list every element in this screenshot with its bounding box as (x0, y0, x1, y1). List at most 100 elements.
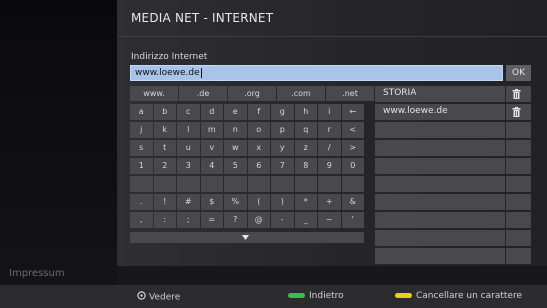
key[interactable]: o (247, 122, 270, 138)
key[interactable]: 1 (130, 158, 153, 174)
key[interactable]: _ (294, 212, 317, 228)
domain-key[interactable]: .com (277, 86, 325, 101)
history-delete-cell (506, 248, 531, 264)
key[interactable]: u (177, 140, 200, 156)
key[interactable]: n (224, 122, 247, 138)
history-item[interactable] (375, 122, 505, 138)
history-delete-cell[interactable] (506, 86, 531, 102)
key[interactable]: l (177, 122, 200, 138)
domain-key[interactable]: .de (179, 86, 227, 101)
key[interactable]: / (318, 140, 341, 156)
key[interactable]: d (200, 104, 223, 120)
key[interactable]: a (130, 104, 153, 120)
view-hint[interactable]: Vedere (137, 291, 180, 303)
key[interactable]: + (318, 194, 341, 210)
key[interactable]: 6 (247, 158, 270, 174)
history-item[interactable] (375, 194, 505, 210)
key[interactable]: ! (153, 194, 176, 210)
key[interactable]: , (130, 212, 153, 228)
key[interactable]: w (224, 140, 247, 156)
key[interactable]: 5 (224, 158, 247, 174)
domain-key[interactable]: www. (130, 86, 178, 101)
key[interactable]: ~ (318, 212, 341, 228)
key[interactable]: 2 (153, 158, 176, 174)
key[interactable]: g (271, 104, 294, 120)
imprint-link[interactable]: Impressum (9, 268, 65, 279)
key[interactable]: e (224, 104, 247, 120)
key[interactable]: p (271, 122, 294, 138)
key-empty[interactable] (341, 176, 364, 192)
key[interactable]: 7 (271, 158, 294, 174)
key[interactable]: 4 (200, 158, 223, 174)
key-empty[interactable] (271, 176, 294, 192)
key[interactable]: z (294, 140, 317, 156)
key[interactable]: 9 (318, 158, 341, 174)
key[interactable]: s (130, 140, 153, 156)
key[interactable]: $ (200, 194, 223, 210)
key[interactable]: * (294, 194, 317, 210)
key[interactable]: t (153, 140, 176, 156)
key[interactable]: : (153, 212, 176, 228)
key[interactable]: i (318, 104, 341, 120)
address-input[interactable]: www.loewe.de (130, 65, 503, 81)
ok-button[interactable]: OK (506, 65, 531, 81)
key[interactable]: j (130, 122, 153, 138)
key[interactable]: & (341, 194, 364, 210)
key[interactable]: 0 (341, 158, 364, 174)
key[interactable]: % (224, 194, 247, 210)
key[interactable]: ? (224, 212, 247, 228)
history-delete-cell[interactable] (506, 104, 531, 120)
key[interactable]: = (200, 212, 223, 228)
domain-key[interactable]: .net (326, 86, 374, 101)
key[interactable]: r (318, 122, 341, 138)
key[interactable]: q (294, 122, 317, 138)
key[interactable]: < (341, 122, 364, 138)
history-item[interactable] (375, 158, 505, 174)
key-empty[interactable] (200, 176, 223, 192)
key[interactable]: x (247, 140, 270, 156)
address-value: www.loewe.de (135, 68, 200, 78)
key[interactable]: c (177, 104, 200, 120)
history-item[interactable]: www.loewe.de (375, 104, 505, 120)
history-item[interactable] (375, 176, 505, 192)
history-item[interactable] (375, 248, 505, 264)
history-item[interactable] (375, 140, 505, 156)
delete-char-hint[interactable]: Cancellare un carattere (395, 291, 522, 301)
history-delete-cell (506, 122, 531, 138)
key[interactable]: @ (247, 212, 270, 228)
key[interactable]: v (200, 140, 223, 156)
key[interactable]: b (153, 104, 176, 120)
main-panel: MEDIA NET - INTERNET Indirizzo Internet … (117, 0, 547, 285)
key-empty[interactable] (177, 176, 200, 192)
key[interactable]: f (247, 104, 270, 120)
key[interactable]: y (271, 140, 294, 156)
key-empty[interactable] (294, 176, 317, 192)
key[interactable]: . (130, 194, 153, 210)
history-item[interactable] (375, 230, 505, 246)
key[interactable]: ; (177, 212, 200, 228)
key[interactable]: 3 (177, 158, 200, 174)
keyboard-scroll-down[interactable] (130, 232, 364, 243)
key[interactable]: ) (271, 194, 294, 210)
key[interactable]: ← (341, 104, 364, 120)
key[interactable]: m (200, 122, 223, 138)
back-hint[interactable]: Indietro (288, 291, 344, 301)
key[interactable]: 8 (294, 158, 317, 174)
screen: Impressum MEDIA NET - INTERNET Indirizzo… (0, 0, 547, 308)
key[interactable]: ' (341, 212, 364, 228)
left-panel: Impressum (0, 0, 117, 285)
key-empty[interactable] (224, 176, 247, 192)
domain-key[interactable]: .org (228, 86, 276, 101)
key[interactable]: > (341, 140, 364, 156)
back-label: Indietro (309, 291, 344, 301)
key[interactable]: - (271, 212, 294, 228)
key[interactable]: ( (247, 194, 270, 210)
key[interactable]: k (153, 122, 176, 138)
key-empty[interactable] (153, 176, 176, 192)
key-empty[interactable] (318, 176, 341, 192)
history-item[interactable] (375, 212, 505, 228)
key-empty[interactable] (130, 176, 153, 192)
key[interactable]: # (177, 194, 200, 210)
key-empty[interactable] (247, 176, 270, 192)
key[interactable]: h (294, 104, 317, 120)
